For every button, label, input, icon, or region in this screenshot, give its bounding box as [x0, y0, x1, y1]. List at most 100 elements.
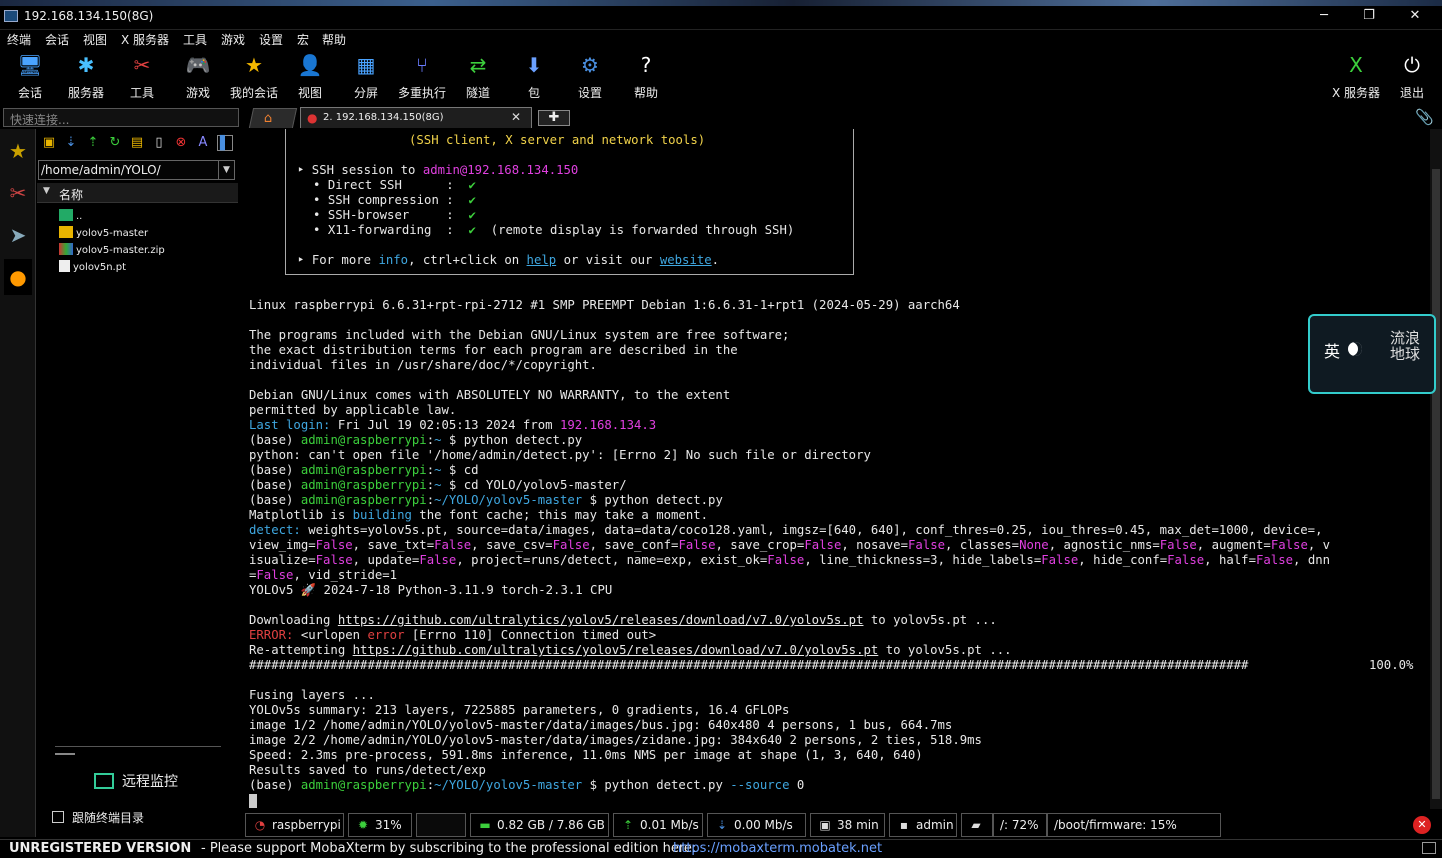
status-uptime: ▣ 38 min	[810, 813, 885, 837]
follow-terminal-checkbox[interactable]: 跟随终端目录	[52, 809, 144, 826]
file-list-header[interactable]: ▼ 名称	[37, 183, 238, 203]
ime-widget[interactable]: 英 流浪 地球	[1308, 314, 1436, 394]
file-item-yolov5n-pt[interactable]: yolov5n.pt	[59, 260, 126, 273]
toolbar-split-button[interactable]: ▦ 分屏	[338, 50, 394, 101]
prompt-line: (base) admin@raspberrypi:~ $ cd YOLO/yol…	[249, 478, 627, 492]
refresh-icon[interactable]: ↻	[107, 135, 123, 151]
path-dropdown-icon[interactable]: ▼	[218, 161, 234, 179]
file-item-yolov5-master-zip[interactable]: yolov5-master.zip	[59, 243, 165, 256]
packages-icon: ⬇	[525, 53, 543, 77]
menu-sessions[interactable]: 会话	[45, 31, 69, 48]
file-icon	[59, 260, 70, 272]
menu-tools[interactable]: 工具	[183, 31, 207, 48]
toolbar-games-button[interactable]: 🎮 游戏	[170, 50, 226, 101]
close-session-icon[interactable]: ✕	[1413, 816, 1431, 834]
session-tab-label: 2. 192.168.134.150(8G)	[323, 112, 444, 123]
toolbar-session-button[interactable]: 🖥 会话	[2, 50, 58, 101]
maximize-button[interactable]: ❐	[1354, 8, 1384, 23]
file-item-yolov5-master[interactable]: yolov5-master	[59, 226, 148, 239]
detect-args-line: isualize=False, update=False, project=ru…	[249, 553, 1331, 567]
collapse-icon: ▼	[43, 186, 50, 196]
games-icon: 🎮	[185, 53, 211, 77]
attachment-icon[interactable]: 📎	[1415, 108, 1434, 126]
menu-terminal[interactable]: 终端	[7, 31, 31, 48]
minimize-button[interactable]: ─	[1309, 8, 1339, 23]
menu-macros[interactable]: 宏	[297, 31, 309, 48]
menu-settings[interactable]: 设置	[259, 31, 283, 48]
session-tab[interactable]: ● 2. 192.168.134.150(8G) ✕	[300, 107, 532, 128]
terminal-line: image 1/2 /home/admin/YOLO/yolov5-master…	[249, 718, 953, 732]
terminal-line: Results saved to runs/detect/exp	[249, 763, 486, 777]
servers-icon: ✱	[77, 53, 95, 77]
toolbar-packages-button[interactable]: ⬇ 包	[506, 50, 562, 101]
home-tab[interactable]: ⌂	[248, 108, 298, 128]
new-folder-icon[interactable]: ▤	[129, 135, 145, 151]
folder-icon	[59, 226, 73, 238]
toolbar-servers-button[interactable]: ✱ 服务器	[58, 50, 114, 101]
sftp-sidebar: ▣ ⇣ ⇡ ↻ ▤ ▯ ⊗ A ▌ /home/admin/YOLO/ ▼ ▼ …	[37, 129, 240, 837]
terminal-line: YOLOv5s summary: 213 layers, 7225885 par…	[249, 703, 790, 717]
toolbar-xserver-button[interactable]: XX 服务器	[1328, 50, 1384, 101]
title-bar: 192.168.134.150(8G) ─ ❐ ✕	[0, 0, 1442, 30]
new-file-icon[interactable]: ▯	[151, 135, 167, 151]
quick-connect-input[interactable]: 快速连接...	[3, 108, 239, 127]
download-icon: ⇣	[716, 818, 728, 832]
xserver-icon: X	[1349, 53, 1363, 77]
toolbar-help-button[interactable]: ? 帮助	[618, 50, 674, 101]
unregistered-banner: UNREGISTERED VERSION - Please support Mo…	[0, 839, 1442, 858]
toolbar-my-sessions-button[interactable]: ★ 我的会话	[226, 50, 282, 101]
scrollbar-thumb[interactable]	[1432, 169, 1440, 799]
feature-line: • X11-forwarding : ✔ (remote display is …	[313, 223, 795, 237]
remote-path-input[interactable]: /home/admin/YOLO/ ▼	[38, 160, 235, 180]
rename-icon[interactable]: A	[195, 135, 211, 151]
website-link[interactable]: website	[660, 253, 712, 267]
sessions-star-icon[interactable]: ★	[4, 133, 32, 169]
file-item-parent[interactable]: ..	[59, 209, 82, 222]
feature-line: • SSH compression : ✔	[313, 193, 476, 207]
menu-help[interactable]: 帮助	[322, 31, 346, 48]
status-download: ⇣ 0.00 Mb/s	[707, 813, 806, 837]
main-toolbar: 🖥 会话 ✱ 服务器 ✂ 工具 🎮 游戏 ★ 我的会话 👤 视图 ▦ 分屏 ⑂ 多重执行 ⇄ 隧道…	[0, 48, 1442, 104]
menu-games[interactable]: 游戏	[221, 31, 245, 48]
status-user: ▪ admin	[889, 813, 957, 837]
close-window-button[interactable]: ✕	[1400, 8, 1430, 23]
sftp-send-icon[interactable]: ➤	[4, 217, 32, 253]
status-bar: ◔ raspberrypi ✹ 31% ▬ 0.82 GB / 7.86 GB ⇡ 0.…	[245, 813, 1442, 837]
menu-xserver[interactable]: X 服务器	[121, 31, 169, 48]
status-cpu: ✹ 31%	[348, 813, 412, 837]
parent-folder-icon[interactable]: ▣	[41, 135, 57, 151]
toggle-hidden-icon[interactable]: ▌	[217, 135, 233, 151]
terminal[interactable]: (SSH client, X server and network tools)…	[242, 129, 1430, 809]
help-link[interactable]: help	[527, 253, 557, 267]
toolbar-multiexec-button[interactable]: ⑂ 多重执行	[394, 50, 450, 101]
download-url-link[interactable]: https://github.com/ultralytics/yolov5/re…	[338, 613, 864, 627]
app-icon	[4, 10, 18, 22]
toolbar-view-button[interactable]: 👤 视图	[282, 50, 338, 101]
retry-url-link[interactable]: https://github.com/ultralytics/yolov5/re…	[353, 643, 879, 657]
error-line: ERROR: <urlopen error [Errno 110] Connec…	[249, 628, 657, 642]
sidebar-resize-handle[interactable]	[55, 753, 75, 755]
close-tab-icon[interactable]: ✕	[511, 110, 521, 124]
terminal-line: image 2/2 /home/admin/YOLO/yolov5-master…	[249, 733, 982, 747]
delete-icon[interactable]: ⊗	[173, 135, 189, 151]
detect-args-line: =False, vid_stride=1	[249, 568, 398, 582]
toolbar-tunnel-button[interactable]: ⇄ 隧道	[450, 50, 506, 101]
toolbar-settings-button[interactable]: ⚙ 设置	[562, 50, 618, 101]
help-icon: ?	[640, 53, 652, 77]
mobaxterm-link[interactable]: https://mobaxterm.mobatek.net	[673, 841, 882, 856]
remote-monitoring-button[interactable]: 远程监控	[94, 771, 178, 791]
multiexec-icon: ⑂	[416, 53, 428, 77]
menu-view[interactable]: 视图	[83, 31, 107, 48]
toolbar-exit-button[interactable]: ⏻ 退出	[1384, 50, 1440, 101]
download-file-icon[interactable]: ⇣	[63, 135, 79, 151]
new-tab-button[interactable]: ✚	[538, 110, 570, 126]
monitor-icon	[94, 773, 114, 789]
keyboard-icon[interactable]	[1422, 842, 1436, 854]
sftp-browser-icon[interactable]: ●	[4, 259, 32, 295]
tools-side-icon[interactable]: ✂	[4, 175, 32, 211]
toolbar-tools-button[interactable]: ✂ 工具	[114, 50, 170, 101]
uptime-icon: ▣	[819, 818, 831, 832]
upload-file-icon[interactable]: ⇡	[85, 135, 101, 151]
terminal-scrollbar[interactable]	[1430, 129, 1442, 809]
info-link[interactable]: info	[378, 253, 408, 267]
